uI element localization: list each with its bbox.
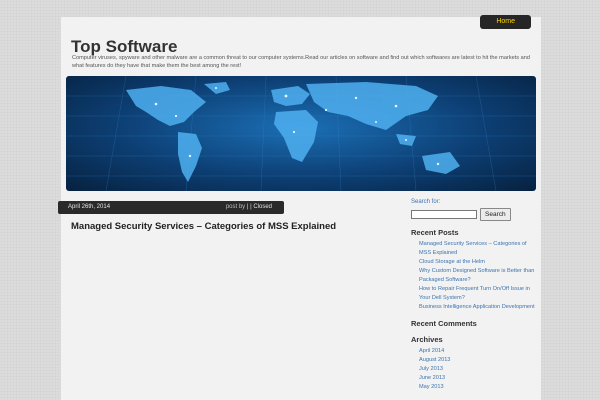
recent-post-link[interactable]: Cloud Storage at the Helm [419,258,539,267]
archive-link[interactable]: April 2014 [419,347,539,356]
archives-list: April 2014 August 2013 July 2013 June 20… [411,347,539,392]
archives-title: Archives [411,335,443,344]
recent-posts-list: Managed Security Services – Categories o… [411,240,539,312]
post-meta-prefix: post by [225,204,246,210]
recent-comments-title: Recent Comments [411,319,477,328]
search-form: Search [411,208,539,221]
recent-post-link[interactable]: Why Custom Designed Software is Better t… [419,267,539,285]
search-button[interactable]: Search [480,208,511,221]
archive-link[interactable]: May 2013 [419,383,539,392]
recent-post-link[interactable]: How to Repair Frequent Turn On/Off Issue… [419,285,539,303]
recent-post-link[interactable]: Managed Security Services – Categories o… [419,240,539,258]
post-title[interactable]: Managed Security Services – Categories o… [71,221,336,232]
site-tagline: Computer viruses, spyware and other malw… [72,55,530,69]
post-comments-link[interactable]: | Closed [250,204,272,210]
page-container: Home Top Software Computer viruses, spyw… [58,15,541,400]
archive-link[interactable]: August 2013 [419,356,539,365]
search-label: Search for: [411,199,441,205]
post-info-bar: April 26th, 2014 post by | | Closed [58,201,284,214]
search-input[interactable] [411,210,477,219]
post-meta-separator: | [246,204,249,210]
post-meta: post by | | Closed [226,201,272,214]
header-banner-world-map [66,76,536,191]
site-title[interactable]: Top Software [71,37,177,57]
recent-post-link[interactable]: Business Intelligence Application Develo… [419,303,539,312]
recent-posts-title: Recent Posts [411,228,459,237]
archive-link[interactable]: June 2013 [419,374,539,383]
sidebar: Search for: Search Recent Posts Managed … [411,199,539,392]
archive-link[interactable]: July 2013 [419,365,539,374]
post-date: April 26th, 2014 [68,204,111,210]
main-nav: Home [480,15,531,29]
nav-item-home[interactable]: Home [486,15,525,29]
